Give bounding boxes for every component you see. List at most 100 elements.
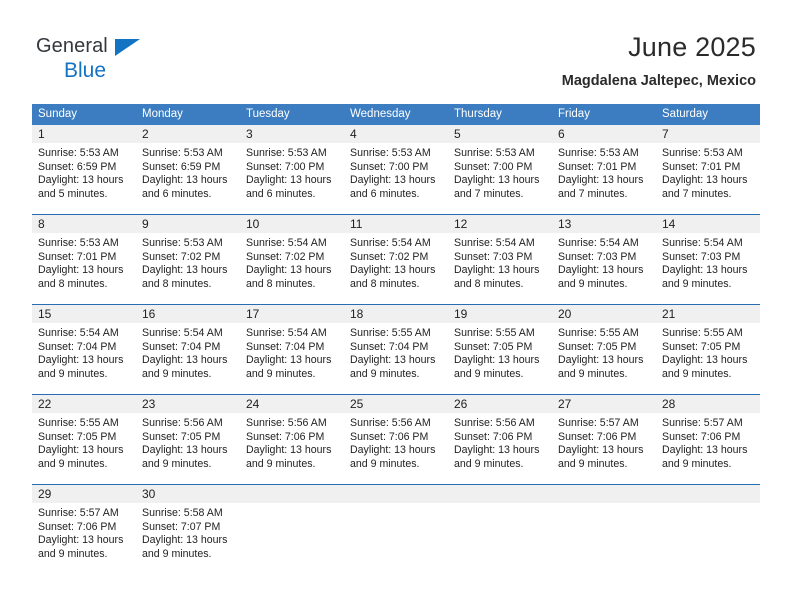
day-number: 26: [454, 397, 468, 411]
day-cell[interactable]: 22 Sunrise: 5:55 AM Sunset: 7:05 PM Dayligh…: [32, 395, 136, 473]
day-details: Sunrise: 5:53 AM Sunset: 7:00 PM Daylight:…: [448, 143, 552, 201]
day-detail-line: Daylight: 13 hours: [38, 354, 124, 367]
day-detail-line: Sunrise: 5:57 AM: [558, 417, 639, 429]
day-detail-line: Daylight: 13 hours: [662, 444, 748, 457]
day-detail-line: Daylight: 13 hours: [454, 264, 540, 277]
day-detail-line: Daylight: 13 hours: [454, 354, 540, 367]
day-details: Sunrise: 5:55 AM Sunset: 7:05 PM Daylight:…: [552, 323, 656, 381]
day-cell-empty: [448, 485, 552, 563]
day-detail-line: and 9 minutes.: [350, 367, 420, 380]
day-details: Sunrise: 5:55 AM Sunset: 7:05 PM Daylight:…: [448, 323, 552, 381]
day-detail-line: and 9 minutes.: [454, 457, 524, 470]
day-detail-line: Daylight: 13 hours: [558, 444, 644, 457]
day-cell[interactable]: 2 Sunrise: 5:53 AM Sunset: 6:59 PM Daylight…: [136, 125, 240, 203]
day-cell[interactable]: 23 Sunrise: 5:56 AM Sunset: 7:05 PM Dayligh…: [136, 395, 240, 473]
day-detail-line: Sunset: 7:07 PM: [142, 520, 221, 533]
calendar-week-row: 1 Sunrise: 5:53 AM Sunset: 6:59 PM Daylight…: [32, 125, 760, 203]
day-detail-line: Sunset: 7:03 PM: [454, 250, 533, 263]
day-number-band: [240, 485, 344, 503]
day-detail-line: and 7 minutes.: [558, 187, 628, 200]
day-number: 13: [558, 217, 572, 231]
day-detail-line: Sunset: 7:00 PM: [246, 160, 325, 173]
day-cell[interactable]: 12 Sunrise: 5:54 AM Sunset: 7:03 PM Dayligh…: [448, 215, 552, 293]
day-detail-line: Daylight: 13 hours: [350, 174, 436, 187]
day-detail-line: Sunset: 7:01 PM: [662, 160, 741, 173]
day-cell[interactable]: 7 Sunrise: 5:53 AM Sunset: 7:01 PM Daylight…: [656, 125, 760, 203]
day-detail-line: Daylight: 13 hours: [142, 534, 228, 547]
day-detail-line: Daylight: 13 hours: [38, 444, 124, 457]
day-cell[interactable]: 29 Sunrise: 5:57 AM Sunset: 7:06 PM Dayligh…: [32, 485, 136, 563]
day-detail-line: Sunrise: 5:53 AM: [246, 147, 327, 159]
day-cell[interactable]: 1 Sunrise: 5:53 AM Sunset: 6:59 PM Daylight…: [32, 125, 136, 203]
day-detail-line: Sunrise: 5:56 AM: [454, 417, 535, 429]
day-cell[interactable]: 14 Sunrise: 5:54 AM Sunset: 7:03 PM Dayligh…: [656, 215, 760, 293]
triangle-icon: [115, 39, 140, 56]
day-cell[interactable]: 17 Sunrise: 5:54 AM Sunset: 7:04 PM Dayligh…: [240, 305, 344, 383]
day-number: 10: [246, 217, 260, 231]
day-number: 5: [454, 127, 461, 141]
day-detail-line: Sunset: 7:05 PM: [558, 340, 637, 353]
day-cell[interactable]: 15 Sunrise: 5:54 AM Sunset: 7:04 PM Dayligh…: [32, 305, 136, 383]
day-detail-line: Sunrise: 5:57 AM: [38, 507, 119, 519]
day-number-band: [344, 485, 448, 503]
day-detail-line: and 9 minutes.: [246, 367, 316, 380]
day-number-band: 23: [136, 395, 240, 413]
day-detail-line: Sunrise: 5:58 AM: [142, 507, 223, 519]
day-cell[interactable]: 30 Sunrise: 5:58 AM Sunset: 7:07 PM Dayligh…: [136, 485, 240, 563]
day-cell[interactable]: 5 Sunrise: 5:53 AM Sunset: 7:00 PM Daylight…: [448, 125, 552, 203]
day-detail-line: Sunrise: 5:57 AM: [662, 417, 743, 429]
day-detail-line: and 9 minutes.: [662, 457, 732, 470]
day-number: 15: [38, 307, 52, 321]
day-detail-line: Sunset: 7:05 PM: [662, 340, 741, 353]
weekday-header-monday: Monday: [142, 108, 183, 120]
day-cell[interactable]: 10 Sunrise: 5:54 AM Sunset: 7:02 PM Dayligh…: [240, 215, 344, 293]
day-details: Sunrise: 5:57 AM Sunset: 7:06 PM Daylight:…: [32, 503, 136, 561]
day-details: Sunrise: 5:55 AM Sunset: 7:05 PM Daylight:…: [656, 323, 760, 381]
day-detail-line: Daylight: 13 hours: [142, 174, 228, 187]
day-cell[interactable]: 21 Sunrise: 5:55 AM Sunset: 7:05 PM Dayligh…: [656, 305, 760, 383]
day-details: Sunrise: 5:53 AM Sunset: 7:01 PM Daylight:…: [552, 143, 656, 201]
day-detail-line: and 9 minutes.: [246, 457, 316, 470]
day-cell[interactable]: 6 Sunrise: 5:53 AM Sunset: 7:01 PM Daylight…: [552, 125, 656, 203]
day-cell[interactable]: 25 Sunrise: 5:56 AM Sunset: 7:06 PM Dayligh…: [344, 395, 448, 473]
day-details: Sunrise: 5:54 AM Sunset: 7:03 PM Daylight:…: [656, 233, 760, 291]
day-cell[interactable]: 13 Sunrise: 5:54 AM Sunset: 7:03 PM Dayligh…: [552, 215, 656, 293]
page-subtitle: Magdalena Jaltepec, Mexico: [561, 73, 756, 89]
day-details: Sunrise: 5:54 AM Sunset: 7:03 PM Daylight:…: [552, 233, 656, 291]
day-cell[interactable]: 26 Sunrise: 5:56 AM Sunset: 7:06 PM Dayligh…: [448, 395, 552, 473]
day-detail-line: Sunset: 7:03 PM: [662, 250, 741, 263]
day-cell[interactable]: 4 Sunrise: 5:53 AM Sunset: 7:00 PM Daylight…: [344, 125, 448, 203]
day-detail-line: and 6 minutes.: [142, 187, 212, 200]
day-details: Sunrise: 5:54 AM Sunset: 7:04 PM Daylight:…: [136, 323, 240, 381]
day-detail-line: Sunrise: 5:54 AM: [662, 237, 743, 249]
calendar-week-row: 8 Sunrise: 5:53 AM Sunset: 7:01 PM Daylight…: [32, 214, 760, 293]
day-number-band: [552, 485, 656, 503]
day-detail-line: and 5 minutes.: [38, 187, 108, 200]
day-detail-line: Daylight: 13 hours: [38, 174, 124, 187]
day-number-band: 17: [240, 305, 344, 323]
day-detail-line: Daylight: 13 hours: [558, 264, 644, 277]
day-cell[interactable]: 8 Sunrise: 5:53 AM Sunset: 7:01 PM Daylight…: [32, 215, 136, 293]
day-cell[interactable]: 11 Sunrise: 5:54 AM Sunset: 7:02 PM Dayligh…: [344, 215, 448, 293]
day-detail-line: Sunset: 7:05 PM: [454, 340, 533, 353]
day-details: Sunrise: 5:53 AM Sunset: 7:02 PM Daylight:…: [136, 233, 240, 291]
day-cell[interactable]: 27 Sunrise: 5:57 AM Sunset: 7:06 PM Dayligh…: [552, 395, 656, 473]
day-cell[interactable]: 18 Sunrise: 5:55 AM Sunset: 7:04 PM Dayligh…: [344, 305, 448, 383]
day-details: Sunrise: 5:54 AM Sunset: 7:02 PM Daylight:…: [240, 233, 344, 291]
day-detail-line: and 9 minutes.: [38, 457, 108, 470]
day-cell[interactable]: 3 Sunrise: 5:53 AM Sunset: 7:00 PM Daylight…: [240, 125, 344, 203]
calendar-week-row: 29 Sunrise: 5:57 AM Sunset: 7:06 PM Dayligh…: [32, 484, 760, 563]
weekday-header-wednesday: Wednesday: [350, 108, 411, 120]
day-cell[interactable]: 28 Sunrise: 5:57 AM Sunset: 7:06 PM Dayligh…: [656, 395, 760, 473]
day-cell[interactable]: 20 Sunrise: 5:55 AM Sunset: 7:05 PM Dayligh…: [552, 305, 656, 383]
day-cell[interactable]: 9 Sunrise: 5:53 AM Sunset: 7:02 PM Daylight…: [136, 215, 240, 293]
day-detail-line: Daylight: 13 hours: [350, 264, 436, 277]
day-cell[interactable]: 19 Sunrise: 5:55 AM Sunset: 7:05 PM Dayligh…: [448, 305, 552, 383]
day-detail-line: and 6 minutes.: [246, 187, 316, 200]
day-cell-empty: [656, 485, 760, 563]
day-details: Sunrise: 5:53 AM Sunset: 7:00 PM Daylight:…: [240, 143, 344, 201]
day-detail-line: Sunset: 7:00 PM: [350, 160, 429, 173]
week-spacer: [32, 383, 760, 394]
day-cell[interactable]: 16 Sunrise: 5:54 AM Sunset: 7:04 PM Dayligh…: [136, 305, 240, 383]
day-cell[interactable]: 24 Sunrise: 5:56 AM Sunset: 7:06 PM Dayligh…: [240, 395, 344, 473]
